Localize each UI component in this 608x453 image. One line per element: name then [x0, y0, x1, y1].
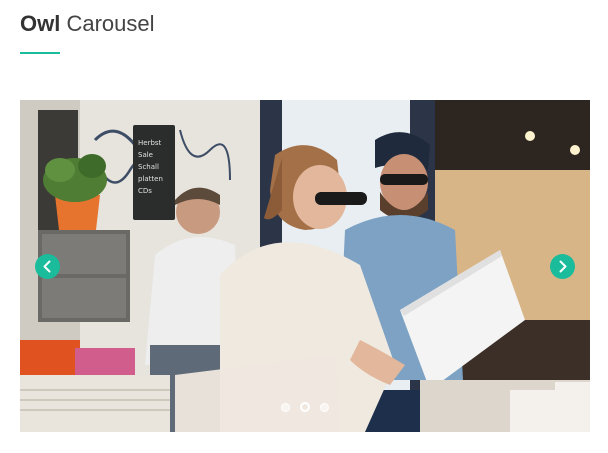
- chevron-left-icon: [35, 254, 60, 279]
- svg-text:Schall: Schall: [138, 163, 159, 171]
- dot-3[interactable]: [320, 402, 329, 412]
- svg-text:platten: platten: [138, 175, 163, 183]
- chevron-right-icon: [550, 254, 575, 279]
- slide-image: Herbst Sale Schall platten CDs: [20, 100, 590, 432]
- title-underline: [20, 52, 60, 54]
- dot-1[interactable]: [281, 402, 290, 412]
- page-title: Owl Carousel: [20, 9, 155, 39]
- title-light: Carousel: [66, 11, 155, 36]
- carousel-dots: [20, 402, 590, 412]
- next-button[interactable]: [550, 254, 575, 279]
- svg-text:CDs: CDs: [138, 187, 152, 195]
- owl-carousel[interactable]: Herbst Sale Schall platten CDs: [20, 100, 590, 432]
- title-bold: Owl: [20, 11, 61, 36]
- svg-text:Sale: Sale: [138, 151, 153, 159]
- prev-button[interactable]: [35, 254, 60, 279]
- svg-text:Herbst: Herbst: [138, 139, 162, 147]
- dot-2[interactable]: [300, 402, 310, 412]
